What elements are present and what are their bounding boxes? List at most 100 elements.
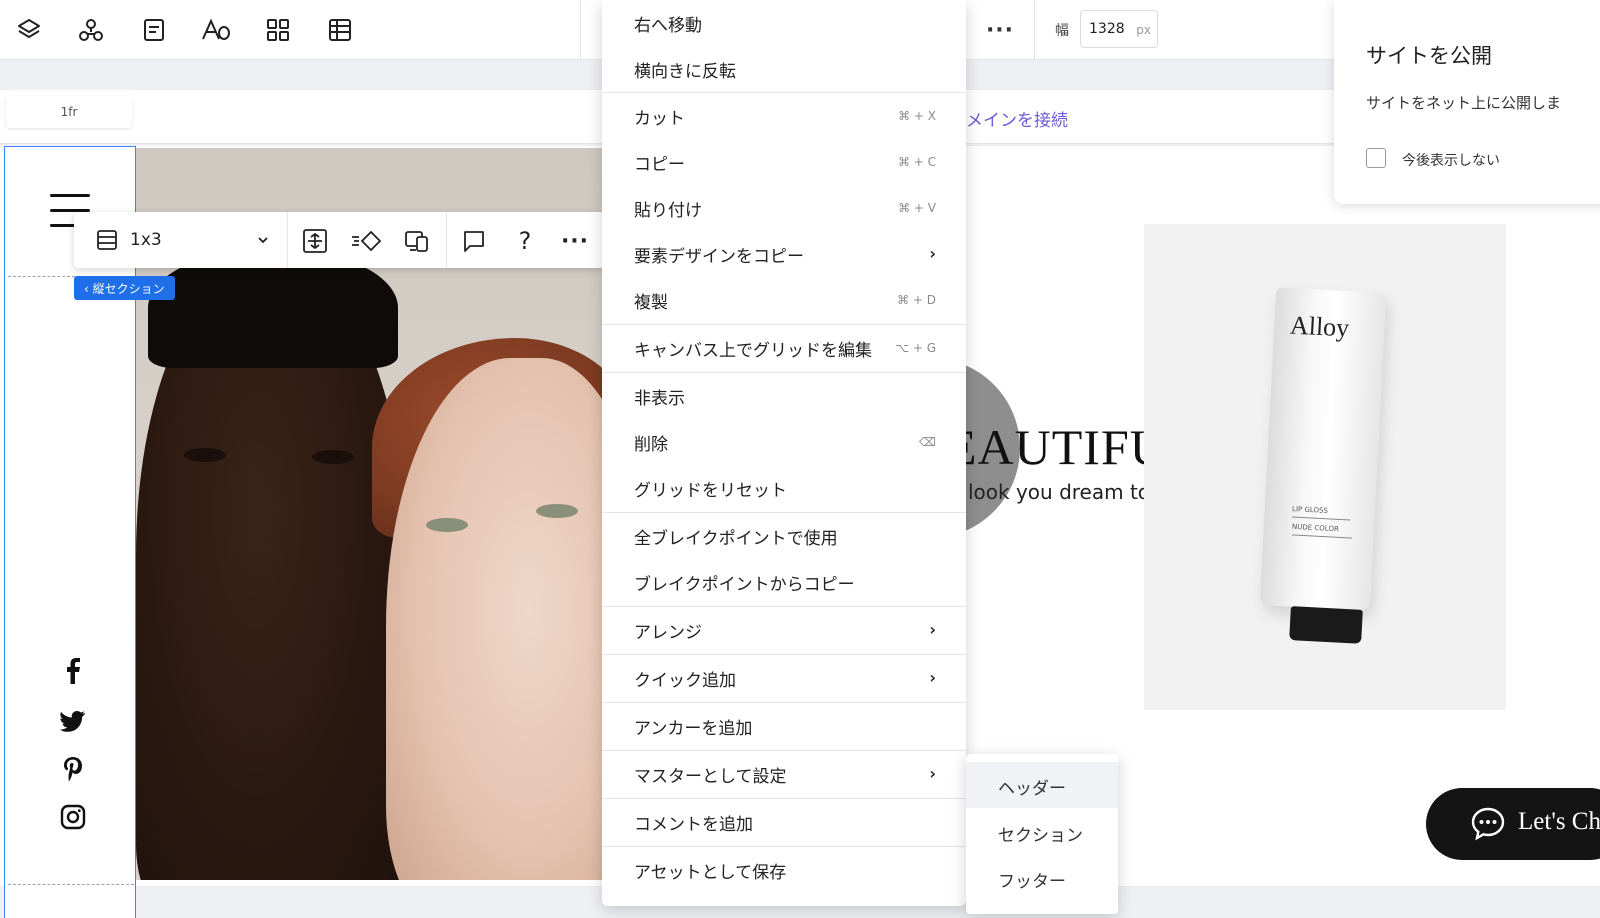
- menu-item-shortcut: ⌘ + X: [898, 109, 936, 123]
- width-label: 幅: [1055, 23, 1069, 39]
- toolbar-divider: [580, 0, 581, 60]
- menu-item-shortcut: ⌘ + C: [897, 155, 936, 169]
- column-size-chip[interactable]: 1fr: [6, 96, 132, 128]
- dont-show-again-label[interactable]: 今後表示しない: [1402, 150, 1500, 170]
- menu-item-shortcut: ⌥ + G: [895, 341, 936, 355]
- menu-item-label: 右へ移動: [634, 16, 702, 36]
- menu-item-label: 複製: [634, 293, 668, 313]
- toolbar-divider: [446, 212, 447, 268]
- menu-item-label: 横向きに反転: [634, 62, 736, 82]
- product-tube-cap: [1289, 606, 1363, 644]
- twitter-icon[interactable]: [58, 706, 88, 736]
- toolbar-divider: [1034, 0, 1035, 60]
- menu-item-set-as-master[interactable]: マスターとして設定 ›: [602, 751, 966, 797]
- text-theme-icon[interactable]: [198, 12, 234, 48]
- pages-icon[interactable]: [136, 12, 172, 48]
- help-icon[interactable]: ?: [508, 224, 542, 258]
- menu-item-label: グリッドをリセット: [634, 481, 787, 501]
- menu-item-reset-grid[interactable]: グリッドをリセット: [602, 465, 966, 511]
- width-value[interactable]: 1328: [1089, 21, 1125, 37]
- vertical-section-tag[interactable]: ‹ 縦セクション: [74, 276, 175, 300]
- menu-item-label: ブレイクポイントからコピー: [634, 575, 855, 595]
- menu-item-add-comment[interactable]: コメントを追加: [602, 799, 966, 845]
- width-unit: px: [1136, 23, 1151, 37]
- menu-item-label: 削除: [634, 435, 668, 455]
- context-menu: 右へ移動 横向きに反転 カット ⌘ + X コピー ⌘ + C 貼り付け ⌘ +…: [602, 0, 966, 906]
- submenu-item-label: フッター: [998, 872, 1066, 892]
- more-actions-icon[interactable]: ···: [558, 224, 592, 258]
- publish-title: サイトを公開: [1366, 44, 1492, 68]
- instagram-icon[interactable]: [58, 802, 88, 832]
- chevron-right-icon: ›: [929, 244, 936, 263]
- menu-item-label: カット: [634, 109, 685, 129]
- menu-item-label: クイック追加: [634, 671, 736, 691]
- menu-item-save-as-asset[interactable]: アセットとして保存: [602, 847, 966, 893]
- chat-button[interactable]: Let's Ch: [1426, 788, 1600, 860]
- menu-item-label: アンカーを追加: [634, 719, 753, 739]
- menu-item-copy-from-breakpoint[interactable]: ブレイクポイントからコピー: [602, 559, 966, 605]
- menu-item-quick-add[interactable]: クイック追加 ›: [602, 655, 966, 701]
- menu-item-edit-grid[interactable]: キャンバス上でグリッドを編集 ⌥ + G: [602, 325, 966, 371]
- menu-item-copy[interactable]: コピー ⌘ + C: [602, 139, 966, 185]
- grid-layout-value: 1x3: [130, 230, 162, 250]
- menu-item-label: 要素デザインをコピー: [634, 247, 804, 267]
- menu-item-label: キャンバス上でグリッドを編集: [634, 341, 872, 361]
- submenu-item-header[interactable]: ヘッダー: [966, 762, 1118, 808]
- product-brand: Alloy: [1289, 310, 1350, 343]
- menu-item-shortcut: ⌘ + V: [898, 201, 936, 215]
- animation-icon[interactable]: [349, 224, 383, 258]
- menu-item-label: マスターとして設定: [634, 767, 787, 787]
- element-toolbar: 1x3 ? ···: [74, 212, 604, 268]
- menu-item-arrange[interactable]: アレンジ ›: [602, 607, 966, 653]
- submenu-item-footer[interactable]: フッター: [966, 855, 1118, 901]
- grid-layout-icon: [96, 229, 118, 255]
- grid-dashed-line: [8, 884, 134, 885]
- portrait-eye: [426, 518, 468, 532]
- responsive-icon[interactable]: [400, 224, 434, 258]
- chevron-down-icon: [256, 232, 270, 251]
- set-as-master-submenu: ヘッダー セクション フッター: [966, 754, 1118, 914]
- menu-item-delete[interactable]: 削除 ⌫: [602, 419, 966, 465]
- chevron-right-icon: ›: [929, 668, 936, 687]
- width-input[interactable]: 1328 px: [1080, 10, 1158, 48]
- grid-layout-select[interactable]: 1x3: [74, 212, 288, 268]
- menu-item-cut[interactable]: カット ⌘ + X: [602, 93, 966, 139]
- menu-item-move-right[interactable]: 右へ移動: [602, 0, 966, 46]
- facebook-icon[interactable]: [58, 656, 88, 686]
- layers-icon[interactable]: [11, 12, 47, 48]
- pinterest-icon[interactable]: [58, 754, 88, 784]
- dont-show-again-checkbox[interactable]: [1366, 148, 1386, 168]
- chat-bubble-icon: [1470, 806, 1506, 846]
- menu-item-copy-design[interactable]: 要素デザインをコピー ›: [602, 231, 966, 277]
- stretch-icon[interactable]: [298, 224, 332, 258]
- more-options-icon[interactable]: ···: [984, 12, 1016, 48]
- publish-popup: サイトを公開 サイトをネット上に公開しま 今後表示しない: [1334, 0, 1600, 204]
- portrait-eye: [184, 448, 226, 462]
- menu-item-label: 貼り付け: [634, 201, 702, 221]
- menu-item-label: コメントを追加: [634, 815, 753, 835]
- submenu-item-label: ヘッダー: [998, 779, 1066, 799]
- chat-label: Let's Ch: [1518, 808, 1600, 835]
- apps-icon[interactable]: [260, 12, 296, 48]
- backspace-icon: ⌫: [919, 435, 936, 449]
- submenu-item-label: セクション: [998, 826, 1083, 846]
- menu-item-label: 全ブレイクポイントで使用: [634, 529, 838, 549]
- components-icon[interactable]: [73, 12, 109, 48]
- menu-item-flip-horizontal[interactable]: 横向きに反転: [602, 46, 966, 92]
- portrait-eye: [536, 504, 578, 518]
- menu-item-paste[interactable]: 貼り付け ⌘ + V: [602, 185, 966, 231]
- menu-item-duplicate[interactable]: 複製 ⌘ + D: [602, 277, 966, 323]
- portrait-eye: [312, 450, 354, 464]
- submenu-item-section[interactable]: セクション: [966, 809, 1118, 855]
- menu-item-use-all-breakpoints[interactable]: 全ブレイクポイントで使用: [602, 513, 966, 559]
- connect-domain-link[interactable]: メインを接続: [966, 106, 1068, 131]
- menu-item-add-anchor[interactable]: アンカーを追加: [602, 703, 966, 749]
- menu-item-shortcut: ⌘ + D: [897, 293, 936, 307]
- menu-item-label: コピー: [634, 155, 685, 175]
- menu-item-label: アレンジ: [634, 623, 702, 643]
- comment-icon[interactable]: [457, 224, 491, 258]
- table-icon[interactable]: [322, 12, 358, 48]
- menu-item-label: 非表示: [634, 389, 685, 409]
- menu-item-hide[interactable]: 非表示: [602, 373, 966, 419]
- chevron-right-icon: ›: [929, 620, 936, 639]
